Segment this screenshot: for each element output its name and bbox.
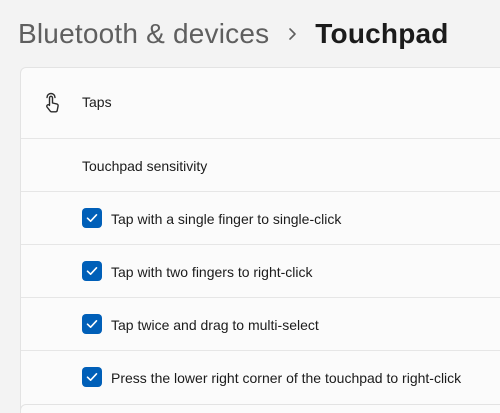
touch-tap-icon [41,92,63,114]
touchpad-settings-page: Bluetooth & devices Touchpad Taps Touchp… [0,0,500,413]
checkmark-icon [86,373,98,381]
taps-title: Taps [82,94,112,110]
taps-settings-card: Taps Touchpad sensitivity Tap with a sin… [20,67,500,413]
option-row-two-fingers[interactable]: Tap with two fingers to right-click [21,245,500,298]
taps-expander-header[interactable]: Taps [21,68,500,139]
chevron-right-icon [269,25,315,43]
checkmark-icon [86,320,98,328]
breadcrumb: Bluetooth & devices Touchpad [18,14,449,54]
checkmark-icon [86,214,98,222]
two-fingers-label: Tap with two fingers to right-click [111,264,313,280]
tap-drag-checkbox[interactable] [82,314,102,334]
option-row-tap-drag[interactable]: Tap twice and drag to multi-select [21,298,500,351]
option-row-single-finger[interactable]: Tap with a single finger to single-click [21,192,500,245]
breadcrumb-parent-link[interactable]: Bluetooth & devices [18,18,269,50]
tap-drag-label: Tap twice and drag to multi-select [111,317,319,333]
two-fingers-checkbox[interactable] [82,261,102,281]
touchpad-sensitivity-row[interactable]: Touchpad sensitivity [21,139,500,192]
checkmark-icon [86,267,98,275]
lower-right-corner-checkbox[interactable] [82,367,102,387]
single-finger-checkbox[interactable] [82,208,102,228]
page-title: Touchpad [315,18,449,49]
option-row-lower-right-corner[interactable]: Press the lower right corner of the touc… [21,351,500,403]
single-finger-label: Tap with a single finger to single-click [111,211,342,227]
touchpad-sensitivity-label: Touchpad sensitivity [82,158,208,174]
next-settings-card [20,404,500,413]
lower-right-corner-label: Press the lower right corner of the touc… [111,370,462,386]
